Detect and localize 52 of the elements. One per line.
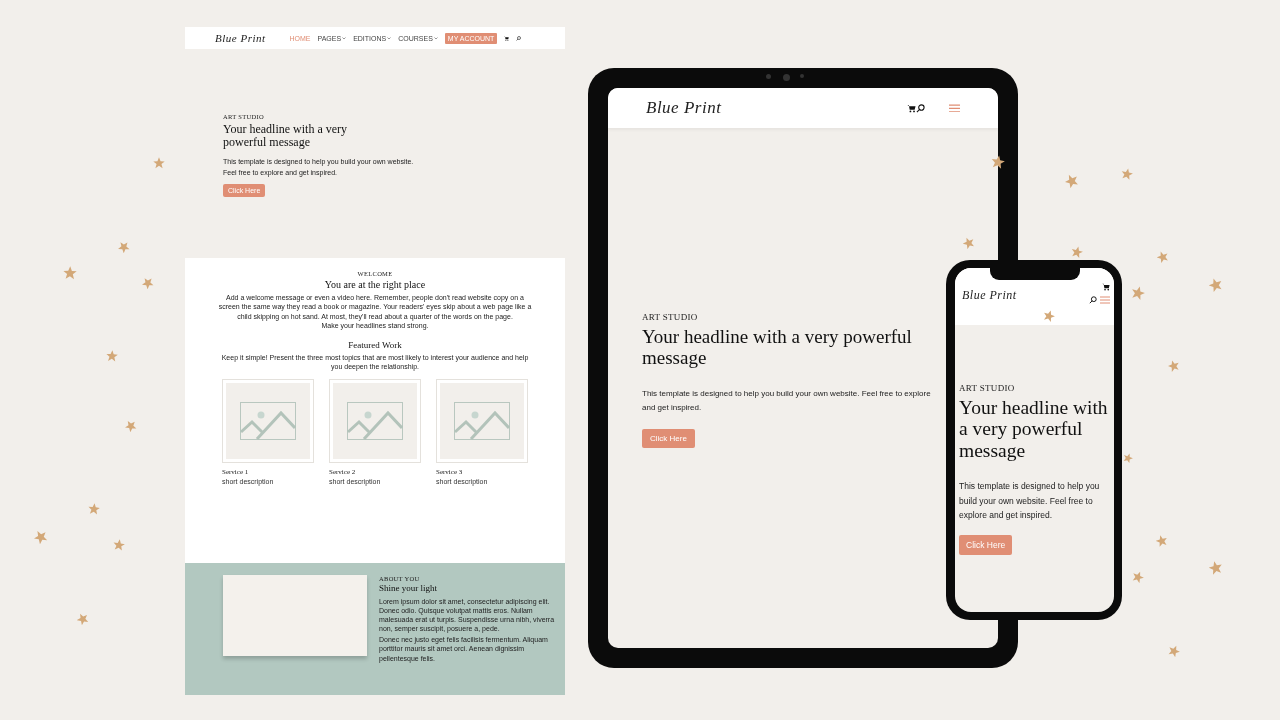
cart-icon[interactable] — [1102, 283, 1110, 291]
camera-icon — [783, 74, 790, 81]
eyebrow-text: ART STUDIO — [959, 383, 1015, 393]
star-icon — [77, 613, 89, 625]
logo[interactable]: Blue Print — [215, 32, 266, 44]
image-placeholder-icon — [454, 401, 510, 440]
star-icon — [88, 503, 100, 515]
chevron-icon — [387, 36, 392, 40]
logo[interactable]: Blue Print — [646, 98, 722, 118]
hero-text: This template is designed to help you build your own website. Feel free to explore and get inspired. — [959, 480, 1101, 523]
star-icon — [34, 530, 48, 544]
star-icon — [153, 157, 165, 169]
star-icon — [1132, 571, 1144, 583]
camera-icon — [766, 74, 771, 79]
star-icon — [1065, 174, 1079, 188]
cart-icon[interactable] — [907, 103, 916, 113]
star-icon — [1121, 168, 1133, 180]
image-placeholder-icon — [240, 401, 296, 440]
cart-icon[interactable] — [504, 35, 510, 41]
chevron-icon — [433, 36, 438, 40]
hero-headline: Your headline with a very powerful message — [223, 123, 349, 150]
star-icon — [125, 420, 137, 432]
hero-text: This template is designed to help you build your own website. Feel free to explore and get inspired. — [642, 387, 932, 414]
star-icon — [113, 539, 125, 551]
star-icon — [1123, 453, 1133, 463]
chevron-icon — [342, 36, 347, 40]
star-icon — [1043, 310, 1055, 322]
star-icon — [991, 155, 1005, 169]
star-icon — [1209, 278, 1223, 292]
star-icon — [1168, 360, 1180, 372]
search-icon[interactable] — [916, 103, 925, 113]
section-title: Shine your light — [379, 583, 438, 593]
star-icon — [963, 237, 975, 249]
eyebrow-text: ART STUDIO — [642, 312, 698, 322]
hero-headline: Your headline with a very powerful message — [642, 327, 913, 369]
hero-headline: Your headline with a very powerful message — [959, 397, 1109, 462]
section-title: Featured Work — [348, 339, 402, 350]
star-icon — [142, 277, 154, 289]
star-icon — [106, 350, 118, 362]
star-icon — [118, 241, 130, 253]
section-title: You are at the right place — [324, 279, 426, 290]
star-icon — [1157, 251, 1169, 263]
star-icon — [1209, 561, 1223, 575]
star-icon — [1156, 535, 1168, 547]
star-icon — [1168, 645, 1180, 657]
menu-icon[interactable] — [949, 103, 960, 113]
star-icon — [63, 266, 77, 280]
image-placeholder-icon — [347, 401, 403, 440]
star-icon — [1071, 246, 1083, 258]
camera-icon — [800, 74, 804, 78]
star-icon — [1131, 286, 1145, 300]
search-icon[interactable] — [1089, 296, 1097, 304]
